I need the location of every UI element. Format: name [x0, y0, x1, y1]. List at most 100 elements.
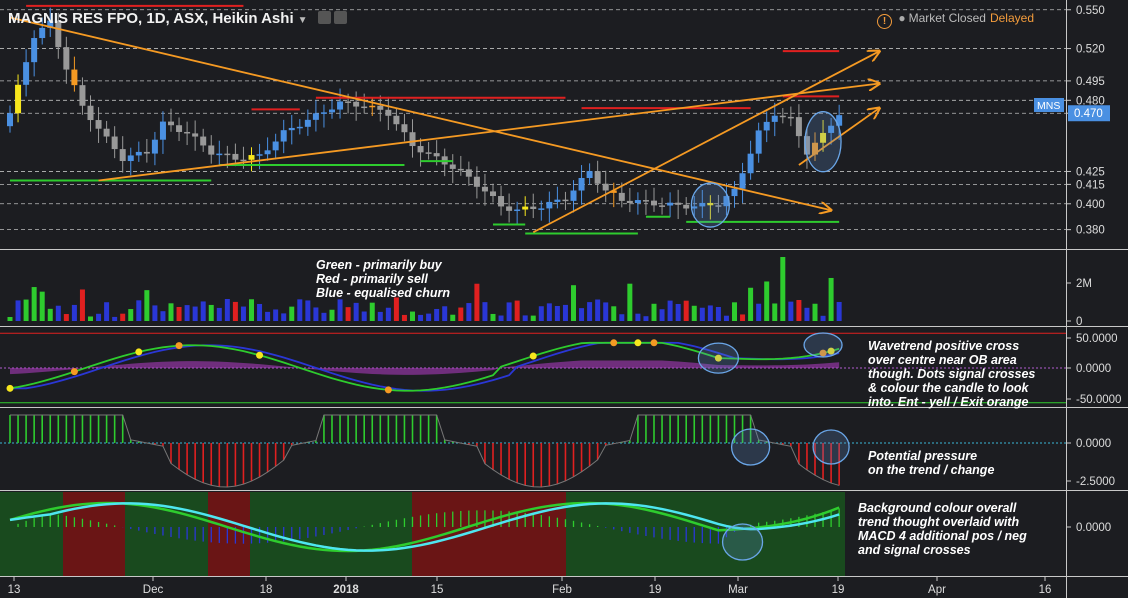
volume-bar [619, 314, 625, 321]
highlight-circle [690, 182, 730, 228]
time-tick-label[interactable]: 16 [1039, 584, 1052, 596]
candle-body [457, 168, 464, 171]
volume-bar [530, 315, 536, 321]
price-tick-label[interactable]: 0.400 [1076, 199, 1105, 211]
time-tick-label[interactable]: 18 [260, 584, 273, 596]
pane-tick-label[interactable]: -2.5000 [1076, 476, 1115, 488]
volume-bar [15, 300, 21, 321]
status-dot-icon: ● [898, 11, 906, 25]
candle-body [103, 128, 110, 137]
volume-bar [361, 311, 367, 321]
candle-body [79, 85, 86, 106]
price-tick-label[interactable]: 0.520 [1076, 44, 1105, 56]
price-tick-label[interactable]: 0.380 [1076, 225, 1105, 237]
candle-body [296, 126, 303, 129]
price-tick-label[interactable]: 0.415 [1076, 179, 1105, 191]
price-tick-label[interactable]: 0.495 [1076, 76, 1105, 88]
candle-body [216, 153, 223, 156]
candle-body [651, 200, 657, 206]
chevron-down-icon[interactable]: ▼ [298, 15, 308, 26]
wavetrend-cross-dot [70, 368, 78, 376]
eye-icon[interactable] [317, 11, 331, 24]
chart-title[interactable]: MAGNIS RES FPO, 1D, ASX, Heikin Ashi [8, 10, 294, 27]
time-tick-label[interactable]: 13 [8, 584, 21, 596]
volume-bar [466, 303, 472, 321]
time-tick-label[interactable]: Dec [143, 584, 164, 596]
volume-bar [7, 317, 13, 321]
volume-bar [297, 299, 303, 321]
candle-body [659, 205, 666, 207]
last-price-label: 0.470 [1074, 108, 1103, 120]
time-tick-label[interactable]: Apr [928, 584, 946, 596]
volume-bar [723, 315, 729, 321]
annotation-line: & colour the candle to look [868, 381, 1029, 395]
volume-bar [675, 303, 681, 321]
price-tick-label[interactable]: 0.425 [1076, 166, 1105, 178]
volume-bar [47, 308, 53, 321]
settings-icon[interactable] [333, 11, 347, 24]
time-tick-label[interactable]: 15 [431, 584, 444, 596]
volume-bar [71, 304, 77, 321]
highlight-circle [730, 428, 771, 466]
pane-tick-label[interactable]: 0 [1076, 316, 1082, 328]
price-tick-label[interactable]: 0.550 [1076, 5, 1105, 17]
candle-body [747, 153, 754, 174]
candle-body [530, 206, 537, 210]
volume-bar [764, 281, 770, 321]
candle-body [739, 173, 746, 189]
volume-bar [313, 307, 319, 321]
time-tick-label[interactable]: 19 [649, 584, 662, 596]
candle-body [795, 117, 802, 137]
volume-bar [208, 304, 214, 321]
candle-body [23, 62, 30, 85]
macd-background-band [412, 492, 566, 576]
warning-icon[interactable]: ! [877, 14, 892, 29]
volume-bar [79, 289, 85, 321]
pane-tick-label[interactable]: 0.0000 [1076, 522, 1111, 534]
pressure-outline [10, 414, 840, 488]
candle-body [731, 188, 738, 197]
candle-body [168, 121, 174, 126]
volume-bar [820, 315, 826, 321]
volume-bar [23, 299, 29, 321]
highlight-circle [721, 523, 764, 561]
symbol-header[interactable]: MAGNIS RES FPO, 1D, ASX, Heikin Ashi ▼ [8, 10, 347, 27]
volume-bar [748, 287, 754, 321]
volume-bar [603, 302, 609, 321]
volume-bar [627, 283, 633, 321]
pane-tick-label[interactable]: 0.0000 [1076, 438, 1111, 450]
candle-body [562, 199, 569, 202]
volume-bar [418, 314, 424, 321]
candle-body [642, 200, 649, 202]
candle-body [127, 155, 134, 162]
candle-body [675, 202, 682, 205]
time-tick-label[interactable]: Mar [728, 584, 748, 596]
volume-bar [55, 305, 61, 321]
pane-tick-label[interactable]: -50.0000 [1076, 394, 1121, 406]
pane-tick-label[interactable]: 2M [1076, 278, 1092, 290]
time-tick-label[interactable]: 19 [832, 584, 845, 596]
volume-bar [281, 313, 287, 321]
price-axis[interactable]: 0.5500.5200.4950.4800.4700.4250.4150.400… [1066, 5, 1121, 534]
time-axis[interactable]: 13 Dec 18 2018 15 Feb 19 Mar 19 Apr 16 [8, 577, 1052, 596]
volume-bar [707, 305, 713, 321]
volume-bar [571, 285, 576, 321]
volume-bar [353, 302, 359, 321]
highlight-circle [697, 342, 740, 374]
volume-bar [546, 303, 552, 321]
candle-body [111, 136, 118, 150]
candle-body [433, 153, 440, 157]
wavetrend-cross-dot [610, 339, 618, 347]
annotation-line: trend thought overlaid with [858, 515, 1020, 529]
time-tick-label[interactable]: 2018 [333, 584, 359, 596]
pane-tick-label[interactable]: 0.0000 [1076, 363, 1111, 375]
candle-body [425, 152, 432, 154]
time-tick-label[interactable]: Feb [552, 584, 572, 596]
volume-bar [377, 311, 383, 321]
candle-body [506, 206, 513, 211]
volume-bar [643, 316, 649, 321]
volume-bar [128, 309, 134, 321]
pane-tick-label[interactable]: 50.0000 [1076, 333, 1118, 345]
candle-body [200, 136, 207, 146]
candle-body [320, 112, 327, 114]
